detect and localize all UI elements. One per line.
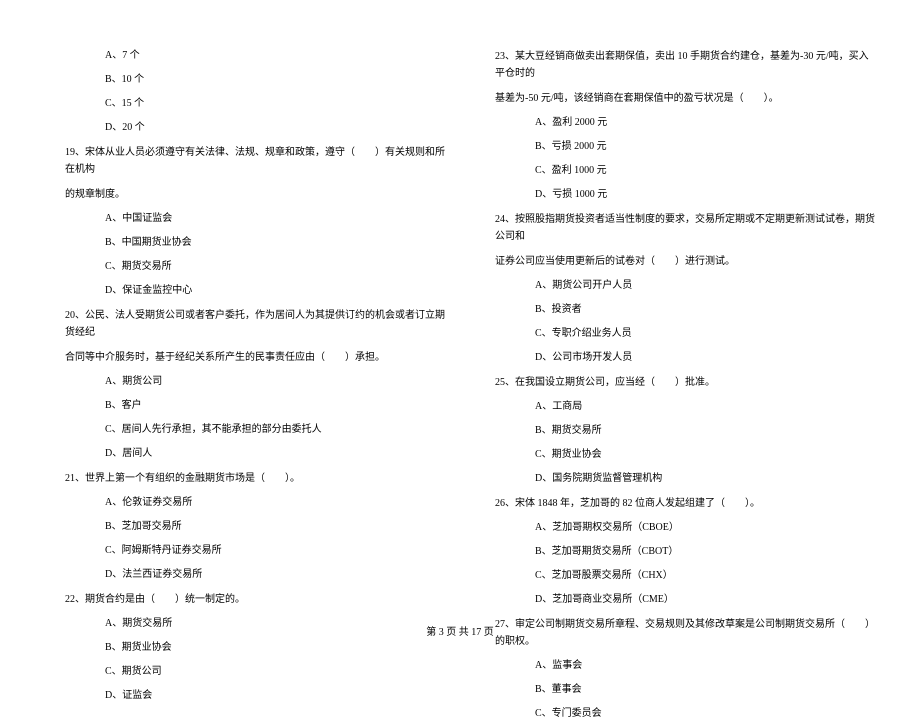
q25-stem: 25、在我国设立期货公司，应当经（ ）批准。 [495, 374, 875, 391]
q26-option-a: A、芝加哥期权交易所（CBOE） [535, 520, 875, 536]
q22-option-b: B、期货业协会 [105, 640, 445, 656]
q21-option-d: D、法兰西证券交易所 [105, 567, 445, 583]
q25-option-b: B、期货交易所 [535, 423, 875, 439]
q26-stem: 26、宋体 1848 年，芝加哥的 82 位商人发起组建了（ ）。 [495, 495, 875, 512]
q20-option-b: B、客户 [105, 398, 445, 414]
q23-option-c: C、盈利 1000 元 [535, 163, 875, 179]
q19-stem: 19、宋体从业人员必须遵守有关法律、法规、规章和政策，遵守（ ）有关规则和所在机… [65, 144, 445, 178]
q25-option-d: D、国务院期货监督管理机构 [535, 471, 875, 487]
q20-stem: 20、公民、法人受期货公司或者客户委托，作为居间人为其提供订约的机会或者订立期货… [65, 307, 445, 341]
q19-option-a: A、中国证监会 [105, 211, 445, 227]
q24-option-a: A、期货公司开户人员 [535, 278, 875, 294]
q19-option-d: D、保证金监控中心 [105, 283, 445, 299]
q20-option-c: C、居间人先行承担，其不能承担的部分由委托人 [105, 422, 445, 438]
q26-option-b: B、芝加哥期货交易所（CBOT） [535, 544, 875, 560]
q23-option-d: D、亏损 1000 元 [535, 187, 875, 203]
q19-option-b: B、中国期货业协会 [105, 235, 445, 251]
left-column: A、7 个 B、10 个 C、15 个 D、20 个 19、宋体从业人员必须遵守… [30, 40, 460, 620]
right-column: 23、某大豆经销商做卖出套期保值，卖出 10 手期货合约建仓，基差为-30 元/… [460, 40, 890, 620]
exam-page: A、7 个 B、10 个 C、15 个 D、20 个 19、宋体从业人员必须遵守… [0, 0, 920, 650]
page-footer: 第 3 页 共 17 页 [0, 623, 920, 638]
q24-stem: 24、按照股指期货投资者适当性制度的要求，交易所定期或不定期更新测试试卷，期货公… [495, 211, 875, 245]
q23-stem: 23、某大豆经销商做卖出套期保值，卖出 10 手期货合约建仓，基差为-30 元/… [495, 48, 875, 82]
q24-option-b: B、投资者 [535, 302, 875, 318]
q25-option-a: A、工商局 [535, 399, 875, 415]
q23-stem-cont: 基差为-50 元/吨，该经销商在套期保值中的盈亏状况是（ ）。 [495, 90, 875, 107]
q19-option-c: C、期货交易所 [105, 259, 445, 275]
q27-option-c: C、专门委员会 [535, 706, 875, 722]
q23-option-a: A、盈利 2000 元 [535, 115, 875, 131]
q24-option-d: D、公司市场开发人员 [535, 350, 875, 366]
q18-option-d: D、20 个 [105, 120, 445, 136]
q26-option-c: C、芝加哥股票交易所（CHX） [535, 568, 875, 584]
q24-option-c: C、专职介绍业务人员 [535, 326, 875, 342]
q21-option-a: A、伦敦证券交易所 [105, 495, 445, 511]
q23-option-b: B、亏损 2000 元 [535, 139, 875, 155]
q18-option-b: B、10 个 [105, 72, 445, 88]
q21-stem: 21、世界上第一个有组织的金融期货市场是（ ）。 [65, 470, 445, 487]
q20-option-d: D、居间人 [105, 446, 445, 462]
q24-stem-cont: 证券公司应当使用更新后的试卷对（ ）进行测试。 [495, 253, 875, 270]
q21-option-b: B、芝加哥交易所 [105, 519, 445, 535]
q18-option-a: A、7 个 [105, 48, 445, 64]
q25-option-c: C、期货业协会 [535, 447, 875, 463]
q22-stem: 22、期货合约是由（ ）统一制定的。 [65, 591, 445, 608]
q19-stem-cont: 的规章制度。 [65, 186, 445, 203]
q20-option-a: A、期货公司 [105, 374, 445, 390]
q22-option-d: D、证监会 [105, 688, 445, 704]
q27-option-b: B、董事会 [535, 682, 875, 698]
q18-option-c: C、15 个 [105, 96, 445, 112]
q26-option-d: D、芝加哥商业交易所（CME） [535, 592, 875, 608]
q20-stem-cont: 合同等中介服务时，基于经纪关系所产生的民事责任应由（ ）承担。 [65, 349, 445, 366]
q22-option-c: C、期货公司 [105, 664, 445, 680]
q21-option-c: C、阿姆斯特丹证券交易所 [105, 543, 445, 559]
q27-option-a: A、监事会 [535, 658, 875, 674]
